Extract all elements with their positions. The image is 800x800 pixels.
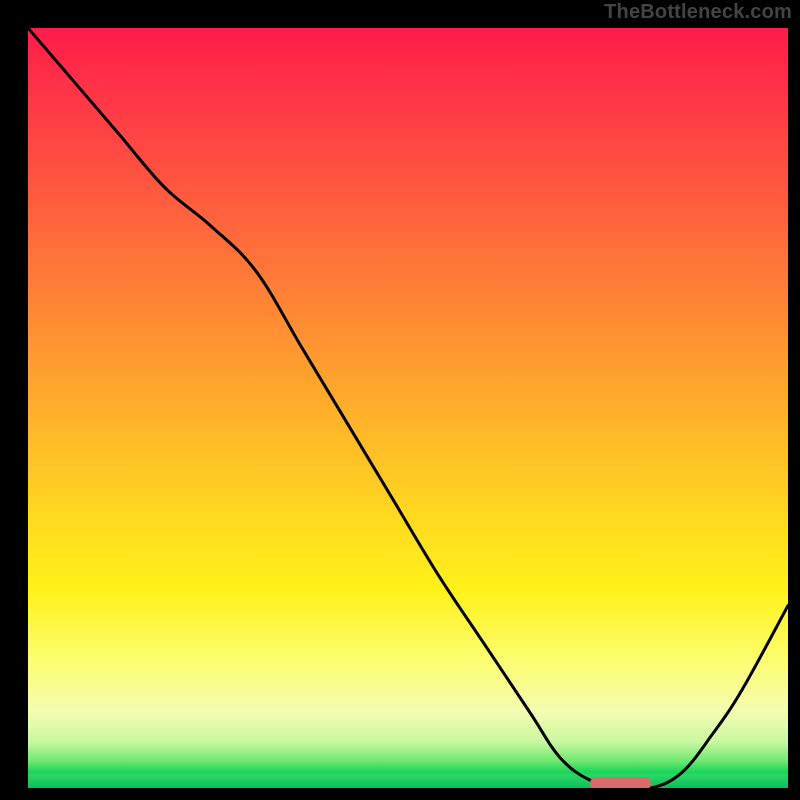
curve-svg <box>28 28 788 788</box>
plot-area <box>28 28 788 788</box>
optimal-marker <box>590 777 651 788</box>
bottleneck-curve <box>28 28 788 788</box>
watermark-text: TheBottleneck.com <box>604 1 792 24</box>
chart-frame: TheBottleneck.com <box>0 0 800 800</box>
